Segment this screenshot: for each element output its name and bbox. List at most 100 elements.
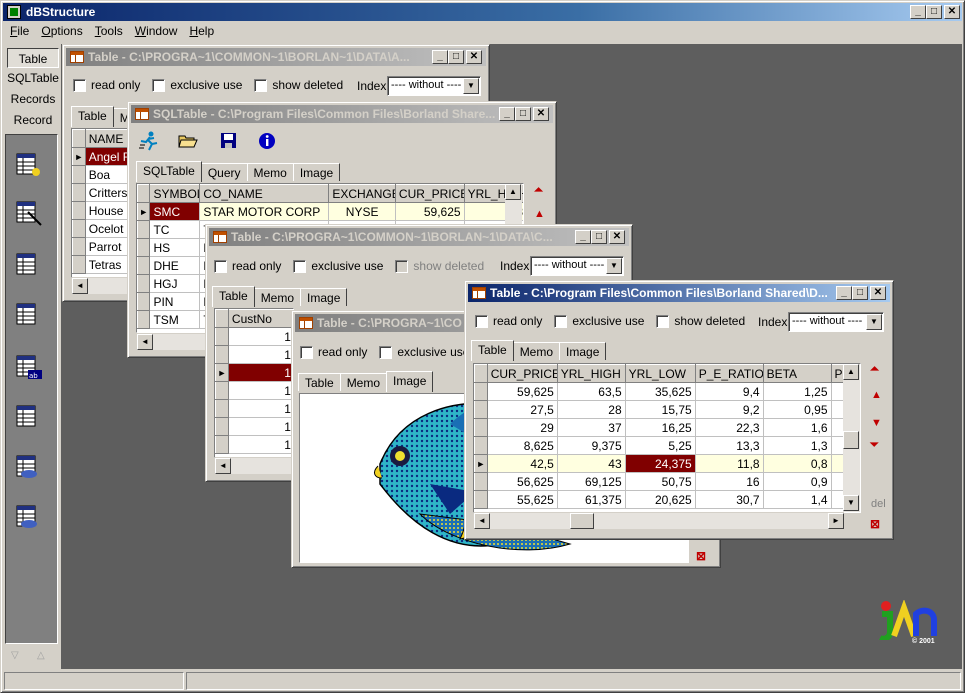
table-row[interactable]: 29 37 16,25 22,3 1,6 bbox=[474, 418, 860, 437]
scroll-up-icon[interactable]: ▲ bbox=[843, 364, 859, 380]
table-cell[interactable]: Boa bbox=[85, 165, 130, 184]
table-cell[interactable]: 29 bbox=[487, 418, 558, 437]
table-window-stocks[interactable]: Table - C:\Program Files\Common Files\Bo… bbox=[464, 280, 894, 540]
win3-index-select[interactable]: ---- without ---- ▼ bbox=[530, 256, 624, 276]
win5-col-pe-ratio[interactable]: P_E_RATIO bbox=[694, 364, 764, 383]
table-cell[interactable]: 16,25 bbox=[625, 418, 696, 437]
table-cell[interactable]: 1,3 bbox=[763, 436, 832, 455]
row-indicator[interactable]: ► bbox=[137, 202, 151, 221]
last-record-icon[interactable]: ⏷ bbox=[870, 439, 879, 452]
win4-tab-image[interactable]: Image bbox=[386, 371, 434, 392]
row-indicator[interactable]: ► bbox=[474, 454, 488, 473]
win5-index-select[interactable]: ---- without ---- ▼ bbox=[788, 312, 884, 332]
save-icon[interactable] bbox=[220, 132, 238, 150]
table-cell[interactable]: TC bbox=[149, 220, 201, 239]
menu-window[interactable]: Window bbox=[129, 23, 184, 41]
table-cell[interactable]: House C bbox=[85, 201, 130, 220]
win5-col-beta[interactable]: BETA bbox=[762, 364, 832, 383]
win5-col-yrl-high[interactable]: YRL_HIGH bbox=[556, 364, 626, 383]
table-delete-icon[interactable] bbox=[14, 502, 48, 536]
sidebar-tab-sqltable[interactable]: SQLTable bbox=[7, 68, 59, 88]
close-button[interactable]: ✕ bbox=[944, 5, 960, 19]
win1-exclusive-checkbox[interactable] bbox=[152, 78, 166, 92]
table-magic-icon[interactable] bbox=[14, 198, 48, 232]
table-cell[interactable]: 27,5 bbox=[487, 400, 558, 419]
win2-close-button[interactable]: ✕ bbox=[533, 107, 549, 121]
table-row[interactable]: Boa bbox=[72, 165, 130, 184]
scroll-thumb[interactable] bbox=[843, 431, 859, 449]
table-cell[interactable]: 24,375 bbox=[625, 454, 696, 473]
win5-tab-table[interactable]: Table bbox=[471, 340, 514, 361]
row-indicator[interactable]: ► bbox=[72, 147, 86, 166]
win5-minimize-button[interactable]: _ bbox=[836, 286, 852, 300]
table-row[interactable]: Parrot bbox=[72, 237, 130, 256]
table-row[interactable]: 55,625 61,375 20,625 30,7 1,4 bbox=[474, 490, 860, 509]
prior-record-icon[interactable]: ▲ bbox=[871, 389, 882, 401]
table-cell[interactable]: 1351 bbox=[228, 363, 293, 382]
scroll-up-icon[interactable]: ▲ bbox=[505, 184, 521, 200]
win1-minimize-button[interactable]: _ bbox=[432, 50, 448, 64]
win5-grid[interactable]: CUR_PRICE YRL_HIGH YRL_LOW P_E_RATIO BET… bbox=[473, 363, 861, 513]
win3-hscrollbar[interactable]: ◄ bbox=[215, 457, 293, 474]
sidebar-tab-record[interactable]: Record bbox=[7, 110, 59, 130]
win3-close-button[interactable]: ✕ bbox=[609, 230, 625, 244]
win3-read-only-checkbox[interactable] bbox=[214, 259, 227, 273]
win5-read-only-checkbox[interactable] bbox=[475, 314, 488, 328]
table-cell[interactable]: PIN bbox=[149, 292, 201, 311]
table-cell[interactable]: 9,4 bbox=[695, 382, 764, 401]
table-cell[interactable]: 1380 bbox=[228, 417, 293, 436]
table-row[interactable]: Ocelot bbox=[72, 219, 130, 238]
win1-close-button[interactable]: ✕ bbox=[466, 50, 482, 64]
table-cell[interactable]: 63,5 bbox=[557, 382, 626, 401]
table-cell[interactable]: Critters bbox=[85, 183, 130, 202]
table-cell[interactable]: HGJ bbox=[149, 274, 201, 293]
win1-read-only-checkbox[interactable] bbox=[73, 78, 86, 92]
win2-tab-image[interactable]: Image bbox=[292, 163, 341, 181]
table-cell[interactable]: 50,75 bbox=[625, 472, 696, 491]
row-indicator[interactable] bbox=[474, 472, 488, 491]
win5-col-yrl-low[interactable]: YRL_LOW bbox=[624, 364, 696, 383]
row-indicator[interactable] bbox=[137, 256, 151, 275]
table-row[interactable]: 8,625 9,375 5,25 13,3 1,3 bbox=[474, 436, 860, 455]
scroll-down-icon[interactable]: ▼ bbox=[843, 495, 859, 511]
row-indicator[interactable] bbox=[72, 219, 86, 238]
row-indicator[interactable] bbox=[474, 436, 488, 455]
table-cell[interactable]: 9,375 bbox=[557, 436, 626, 455]
table-cell[interactable]: 28 bbox=[557, 400, 626, 419]
win2-col-co-name[interactable]: CO_NAME bbox=[199, 184, 330, 203]
table-structure-icon[interactable] bbox=[14, 300, 48, 334]
win3-tab-memo[interactable]: Memo bbox=[253, 288, 302, 306]
table-cell[interactable]: 56,625 bbox=[487, 472, 558, 491]
row-indicator[interactable] bbox=[137, 238, 151, 257]
next-record-icon[interactable]: ▼ bbox=[871, 417, 882, 429]
win1-grid[interactable]: NAME ►Angel FishBoaCrittersHouse COcelot… bbox=[71, 128, 131, 278]
row-indicator[interactable] bbox=[72, 237, 86, 256]
win2-tab-memo[interactable]: Memo bbox=[246, 163, 294, 181]
table-cell[interactable]: 69,125 bbox=[557, 472, 626, 491]
hscroll-thumb[interactable] bbox=[570, 513, 594, 529]
table-cell[interactable]: 9,2 bbox=[695, 400, 764, 419]
win3-col-custno[interactable]: CustNo bbox=[227, 309, 293, 328]
scroll-left-icon[interactable]: ◄ bbox=[215, 458, 231, 474]
minimize-button[interactable]: _ bbox=[910, 5, 926, 19]
app-titlebar[interactable]: dBStructure _ □ ✕ bbox=[3, 3, 962, 21]
win4-clear-filter-icon[interactable]: ⊠ bbox=[696, 549, 706, 563]
table-row[interactable]: 1356 bbox=[215, 399, 293, 418]
table-cell[interactable]: 43 bbox=[557, 454, 626, 473]
table-cell[interactable]: SMC bbox=[149, 202, 201, 221]
win2-col-symbol[interactable]: SYMBOL bbox=[149, 184, 201, 203]
win3-show-deleted-checkbox[interactable] bbox=[395, 259, 409, 273]
table-cell[interactable]: STAR MOTOR CORP bbox=[199, 202, 330, 221]
table-row[interactable]: 1221 bbox=[215, 327, 293, 346]
table-cell[interactable]: 15,75 bbox=[625, 400, 696, 419]
table-cell[interactable]: 8,625 bbox=[487, 436, 558, 455]
table-row[interactable]: 1384 bbox=[215, 435, 293, 454]
table-cell[interactable]: Tetras bbox=[85, 255, 130, 274]
table-cell[interactable]: 1384 bbox=[228, 435, 293, 454]
table-cell[interactable]: 1231 bbox=[228, 345, 293, 364]
win5-close-button[interactable]: ✕ bbox=[870, 286, 886, 300]
win1-titlebar[interactable]: Table - C:\PROGRA~1\COMMON~1\BORLAN~1\DA… bbox=[66, 48, 486, 66]
first-record-icon[interactable]: ⏶ bbox=[870, 363, 879, 376]
win1-col-name[interactable]: NAME bbox=[84, 129, 130, 148]
row-indicator[interactable] bbox=[137, 220, 151, 239]
